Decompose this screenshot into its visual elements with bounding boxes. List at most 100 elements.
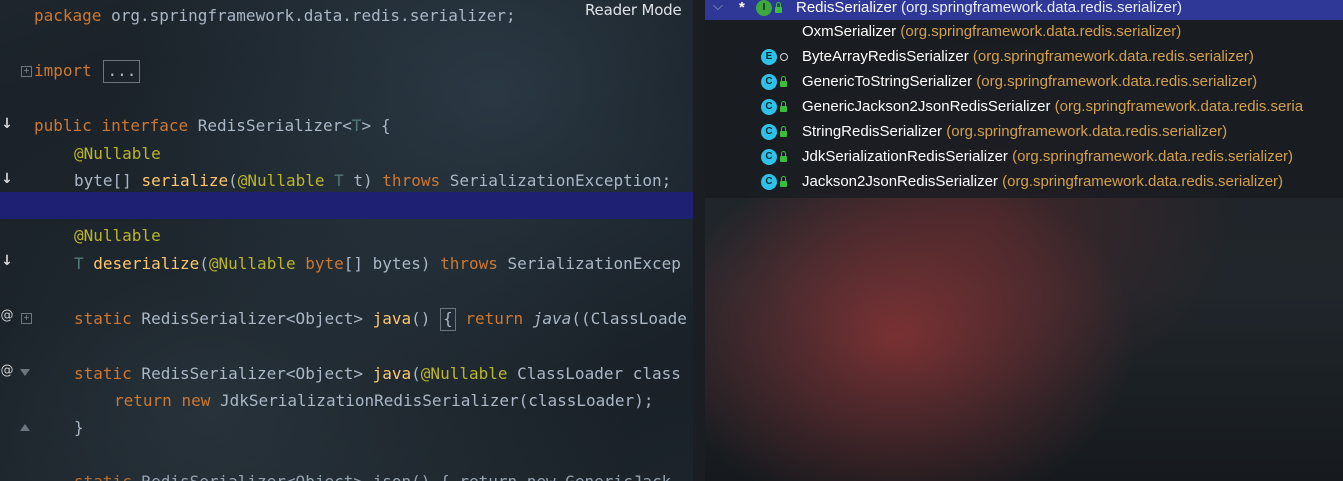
type-param: T [351,116,362,135]
annotation: @Nullable [74,226,161,245]
keyword: package [34,6,102,25]
exception-name: SerializationExcep [497,254,681,273]
keyword: throws [440,254,498,273]
constructor-call: JdkSerializationRedisSerializer(classLoa… [210,391,654,410]
class-name: RedisSerializer [796,0,897,16]
return-type: RedisSerializer<Object> [131,364,373,383]
lock-icon [780,151,787,163]
package-name: (org.springframework.data.redis.serializ… [900,23,1182,40]
class-icon: C [761,149,777,166]
keyword: throws [382,171,441,190]
keyword: public [34,116,92,135]
code-line-java-classloader: static RedisSerializer<Object> java(@Nul… [74,360,681,387]
call-args: ((ClassLoade [571,309,687,328]
class-name: Jackson2JsonRedisSerializer [802,173,998,190]
enum-icon: E [761,49,777,66]
annotation: @Nullable [208,254,296,273]
package-name: (org.springframework.data.redis.serializ… [976,73,1258,90]
package-name: (org.springframework.data.redis.serializ… [1002,173,1284,190]
code-line-java: static RedisSerializer<Object> java() { … [74,305,687,332]
lock-icon [780,176,787,188]
class-icon: C [761,174,777,191]
keyword: static [74,309,132,328]
method-name: serialize [141,171,229,190]
package-private-icon [780,53,788,62]
implemented-down-arrow-icon[interactable]: ↓ [0,171,14,187]
code-editor[interactable]: Reader Mode package org.springframework.… [0,0,705,481]
implemented-down-arrow-icon[interactable]: ↓ [0,116,14,132]
method-name: java [372,309,412,328]
fold-toggle-icon[interactable]: + [21,313,32,324]
at-annotation-icon[interactable]: @ [0,363,14,378]
current-line-highlight [0,192,693,219]
import-fold-placeholder[interactable]: ... [103,60,141,83]
code-line-package: package org.springframework.data.redis.s… [34,2,516,29]
fold-brace[interactable]: { [440,308,456,331]
method-name: deserialize [93,254,200,273]
return-type: byte[] [74,171,142,190]
keyword: return [465,309,524,328]
keyword: import [34,61,92,80]
class-name: StringRedisSerializer [802,123,943,140]
class-name: ByteArrayRedisSerializer [802,48,969,65]
package-name: (org.springframework.data.redis.serializ… [946,123,1228,140]
class-name: GenericToStringSerializer [802,73,973,90]
lock-icon [780,101,787,113]
tree-item-icons: C [761,144,801,169]
keyword: return [114,391,172,410]
annotation: @Nullable [237,171,325,190]
code-line-annotation: @Nullable [74,140,161,167]
class-name: GenericJackson2JsonRedisSerializer [802,98,1051,115]
tree-item-icons: C [761,169,801,194]
return-type: RedisSerializer<Object> [131,309,373,328]
code-line-serialize: byte[] serialize(@Nullable T t) throws S… [74,167,671,194]
keyword: static [74,472,132,481]
fold-toggle-icon[interactable]: + [21,66,32,77]
interface-name: RedisSerializer< [188,116,352,135]
interface-icon: I [756,0,772,17]
package-name: (org.springframework.data.redis.serializ… [1012,148,1294,165]
paren: ( [228,171,238,190]
lock-icon [780,76,787,88]
type-param: T [74,254,84,273]
annotation: @Nullable [74,144,161,163]
code-line-interface: public interface RedisSerializer<T> { [34,112,390,139]
code-line-annotation: @Nullable [74,222,161,249]
keyword: byte [305,254,344,273]
type-param: T [334,171,344,190]
package-name: (org.springframework.data.redis.seria [1054,98,1304,115]
chevron-down-icon[interactable]: ⌵ [713,0,723,18]
lock-icon [775,2,782,14]
panel-splitter[interactable] [693,0,705,481]
class-name: OxmSerializer [802,23,897,40]
package-name: (org.springframework.data.redis.serializ… [901,0,1182,16]
interface-tail: > { [361,116,391,135]
tree-item-icons: E [761,44,801,69]
brace: } [74,418,84,437]
at-annotation-icon[interactable]: @ [0,308,14,323]
keyword: static [74,364,132,383]
code-line-close-brace: } [74,414,84,441]
focus-star-icon: * [739,0,745,16]
package-name: org.springframework.data.redis.serialize… [101,6,516,25]
type-hierarchy-panel[interactable]: ⌵ * I RedisSerializer (org.springframewo… [705,0,1343,481]
class-icon: C [761,74,777,91]
fold-collapse-icon[interactable] [20,369,30,376]
lock-icon [780,126,787,138]
implemented-down-arrow-icon[interactable]: ↓ [0,253,14,269]
code-line-import: import ... [34,57,142,84]
class-name: JdkSerializationRedisSerializer [802,148,1008,165]
keyword: interface [101,116,189,135]
fold-end-icon[interactable] [20,424,30,431]
parens: () [411,309,441,328]
method-call: java [532,309,572,328]
tree-root-row[interactable]: ⌵ * I RedisSerializer (org.springframewo… [705,0,1343,20]
reader-mode-button[interactable]: Reader Mode [585,1,682,19]
param-name: t) [343,171,383,190]
tree-item-icons: C [761,119,801,144]
code-line-return: return new JdkSerializationRedisSerializ… [114,387,653,414]
method-name: java [372,364,412,383]
param: ClassLoader class [507,364,681,383]
tree-item-icons: C [761,69,801,94]
class-icon: C [761,124,777,141]
